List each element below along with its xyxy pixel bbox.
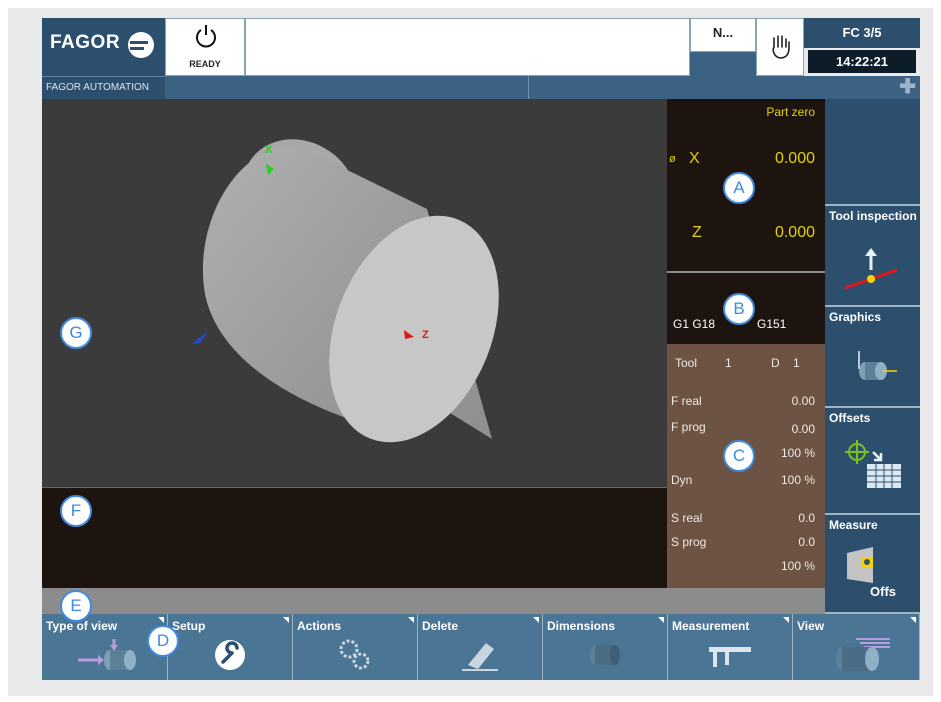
view-icon <box>836 638 890 671</box>
plus-icon[interactable]: ✚ <box>899 77 916 97</box>
callout-c: C <box>723 440 755 472</box>
view-label: View <box>797 619 825 633</box>
view-button[interactable]: View <box>793 614 920 680</box>
tool-inspection-label: Tool inspection <box>829 209 917 223</box>
brand-name: FAGOR <box>50 32 121 53</box>
measure-button[interactable]: Measure Offs <box>825 515 920 614</box>
actions-button[interactable]: Actions <box>293 614 418 680</box>
callout-e: E <box>60 590 92 622</box>
status-text: READY <box>189 59 221 69</box>
axis-x-label: X <box>265 144 273 156</box>
gcode-text: G1 G18 <box>673 317 716 331</box>
f-prog-value: 0.00 <box>791 422 815 436</box>
header-subbar: ✚ <box>165 76 920 99</box>
cylinder-graphic <box>192 139 499 443</box>
fc-indicator: FC 3/5 <box>804 18 920 48</box>
dyn-value: 100 % <box>780 473 815 487</box>
brand-subtitle: FAGOR AUTOMATION <box>42 76 165 99</box>
graphics-button[interactable]: Graphics <box>825 307 920 408</box>
axis-z-name: Z <box>692 224 702 241</box>
f-real-label: F real <box>671 394 702 408</box>
s-prog-value: 0.0 <box>798 535 815 549</box>
setup-button[interactable]: Setup <box>168 614 293 680</box>
offsets-label: Offsets <box>829 411 871 425</box>
s-real-value: 0.0 <box>798 511 815 525</box>
dyn-label: Dyn <box>671 473 693 487</box>
delete-label: Delete <box>422 619 459 633</box>
f-real-value: 0.00 <box>791 394 815 408</box>
fagor-logo-icon <box>128 32 154 58</box>
graphics-label: Graphics <box>829 310 882 324</box>
measurement-button[interactable]: Measurement <box>668 614 793 680</box>
manual-mode-indicator <box>756 18 804 76</box>
message-line <box>42 588 825 614</box>
callout-a: A <box>723 172 755 204</box>
measure-label: Measure <box>829 518 878 532</box>
cylinder-dimensions-icon <box>590 645 620 665</box>
program-name-sub <box>690 52 756 76</box>
callout-d: D <box>147 625 179 657</box>
wrench-icon <box>215 640 245 670</box>
callout-b: B <box>723 293 755 325</box>
f-override: 100 % <box>780 446 815 460</box>
setup-label: Setup <box>172 619 206 633</box>
axis-y-marker <box>192 331 208 344</box>
delete-button[interactable]: Delete <box>418 614 543 680</box>
graphics-icon <box>858 351 897 380</box>
axis-z-label: Z <box>422 329 429 341</box>
diameter-symbol: ø <box>669 153 676 165</box>
callout-f: F <box>60 495 92 527</box>
tool-inspection-button[interactable]: Tool inspection <box>825 206 920 307</box>
dimensions-button[interactable]: Dimensions <box>543 614 668 680</box>
power-icon <box>196 25 216 48</box>
measurement-label: Measurement <box>672 619 750 633</box>
position-title: Part zero <box>766 105 815 119</box>
program-zone <box>42 487 667 588</box>
side-softkey-1[interactable] <box>825 99 920 206</box>
caliper-icon <box>709 647 751 667</box>
d-label: D <box>771 356 780 370</box>
f-prog-label: F prog <box>671 420 706 434</box>
eraser-icon <box>462 643 498 671</box>
message-bar <box>245 18 690 76</box>
tool-label: Tool <box>675 356 698 370</box>
axis-z-value: 0.000 <box>774 224 815 241</box>
gcode-text-2: G151 <box>757 317 787 331</box>
graphics-viewport[interactable]: X Z <box>42 99 667 487</box>
dimensions-label: Dimensions <box>547 619 616 633</box>
axis-x-value: 0.000 <box>774 150 815 167</box>
s-prog-label: S prog <box>671 535 707 549</box>
clock: 14:22:21 <box>808 50 916 73</box>
hand-icon <box>772 35 790 59</box>
type-of-view-icon <box>77 639 136 670</box>
fagor-logo: FAGOR <box>42 18 165 76</box>
gears-icon <box>339 639 370 670</box>
s-real-label: S real <box>671 511 703 525</box>
type-of-view-label: Type of view <box>46 619 118 633</box>
measure-sub-label: Offs <box>870 584 896 599</box>
measure-icon <box>847 547 873 583</box>
s-override: 100 % <box>780 559 815 573</box>
callout-g: G <box>60 317 92 349</box>
tool-value: 1 <box>725 356 732 370</box>
status-indicator: READY <box>165 18 245 76</box>
offsets-icon <box>845 440 901 488</box>
d-value: 1 <box>793 356 800 370</box>
program-name-field[interactable]: N... <box>690 18 756 52</box>
actions-label: Actions <box>297 619 342 633</box>
tool-inspection-icon <box>844 248 898 290</box>
axis-x-name: X <box>689 150 700 167</box>
offsets-button[interactable]: Offsets <box>825 408 920 515</box>
